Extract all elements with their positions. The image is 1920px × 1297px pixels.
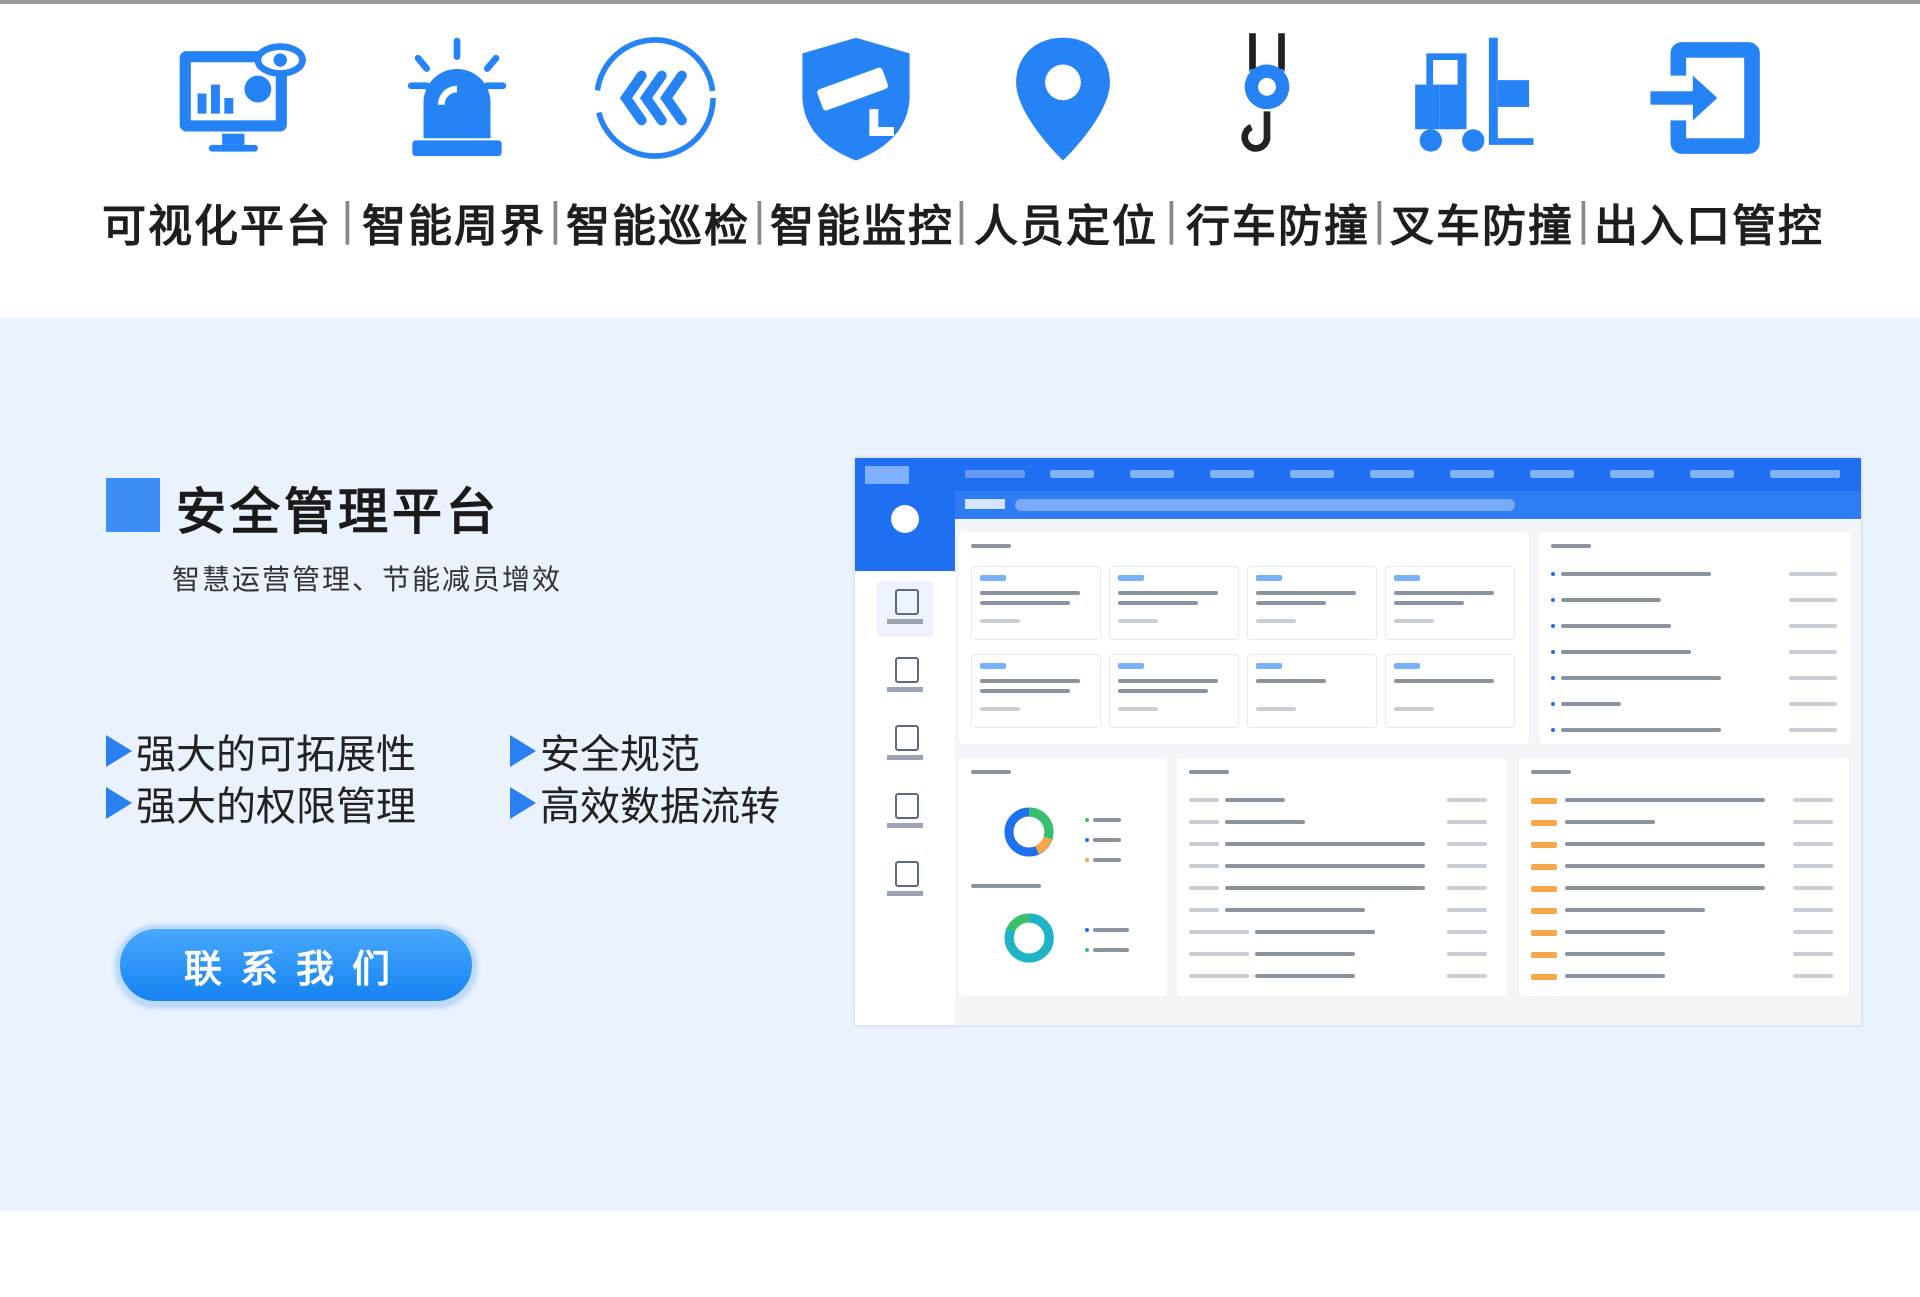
app-nav-item (1370, 470, 1414, 478)
separator: | (340, 194, 355, 245)
app-sidebar (855, 491, 955, 1025)
top-divider-line (0, 0, 1920, 4)
app-nav-item (1610, 470, 1654, 478)
app-sidebar-item (877, 649, 933, 705)
app-todo-card (959, 532, 1529, 744)
app-tasks-card (1177, 758, 1507, 996)
app-header (855, 458, 1861, 491)
alarm-siren-icon (387, 28, 527, 168)
app-sidebar-item (877, 785, 933, 841)
separator: | (1372, 194, 1387, 245)
label-visual-platform: 可视化平台 (102, 201, 332, 252)
app-screenshot-preview (855, 458, 1861, 1025)
app-title-placeholder (965, 470, 1025, 478)
crane-hook-icon (1197, 28, 1337, 168)
app-user-menu (1770, 470, 1840, 478)
separator: | (1576, 194, 1591, 245)
app-logo (865, 466, 909, 484)
app-nav-item (1050, 470, 1094, 478)
entrance-exit-icon (1634, 28, 1774, 168)
feature-item: 强大的可拓展性 (106, 722, 416, 780)
app-nav-item (1290, 470, 1334, 478)
label-crane-anticollision: 行车防撞 (1186, 201, 1370, 252)
dashboard-monitor-icon (170, 28, 310, 168)
app-user-card (855, 491, 955, 571)
app-sidebar-item (877, 717, 933, 773)
separator: | (1164, 194, 1179, 245)
app-alerts-card (1519, 758, 1849, 996)
label-personnel-location: 人员定位 (974, 201, 1158, 252)
label-entrance-control: 出入口管控 (1594, 201, 1824, 252)
app-stats-card (959, 758, 1167, 996)
feature-label-row: 可视化平台 | 智能周界 | 智能巡检 | 智能监控 | 人员定位 | 行车防撞… (0, 190, 1920, 252)
feature-item: 安全规范 (510, 722, 700, 780)
section-subtitle: 智慧运营管理、节能减员增效 (172, 563, 563, 596)
section-title: 安全管理平台 (176, 483, 500, 541)
feature-icon-row (0, 28, 1920, 168)
app-nav-item (1130, 470, 1174, 478)
donut-chart-icon (1004, 913, 1054, 963)
security-camera-shield-icon (786, 28, 926, 168)
separator: | (752, 194, 767, 245)
avatar (891, 505, 919, 533)
location-pin-icon (993, 28, 1133, 168)
app-sidebar-item (877, 853, 933, 909)
triangle-bullet-icon (510, 787, 536, 819)
forklift-icon (1401, 28, 1541, 168)
triangle-bullet-icon (106, 735, 132, 767)
app-nav-item (1690, 470, 1734, 478)
app-news-card (1539, 532, 1851, 744)
separator: | (954, 194, 969, 245)
patrol-chevrons-icon (585, 28, 725, 168)
label-smart-patrol: 智能巡检 (566, 201, 750, 252)
triangle-bullet-icon (106, 787, 132, 819)
triangle-bullet-icon (510, 735, 536, 767)
separator: | (548, 194, 563, 245)
app-nav-item (1210, 470, 1254, 478)
donut-chart-icon (1004, 807, 1054, 857)
label-smart-perimeter: 智能周界 (362, 201, 546, 252)
contact-us-button[interactable]: 联系我们 (116, 925, 476, 1005)
feature-item: 高效数据流转 (510, 774, 780, 832)
app-nav-item (1530, 470, 1574, 478)
label-smart-monitoring: 智能监控 (770, 201, 954, 252)
app-announcement-bar (955, 491, 1861, 519)
feature-item: 强大的权限管理 (106, 774, 416, 832)
app-nav-item (1450, 470, 1494, 478)
app-sidebar-item (877, 581, 933, 637)
title-marker (106, 478, 160, 532)
label-forklift-anticollision: 叉车防撞 (1390, 201, 1574, 252)
